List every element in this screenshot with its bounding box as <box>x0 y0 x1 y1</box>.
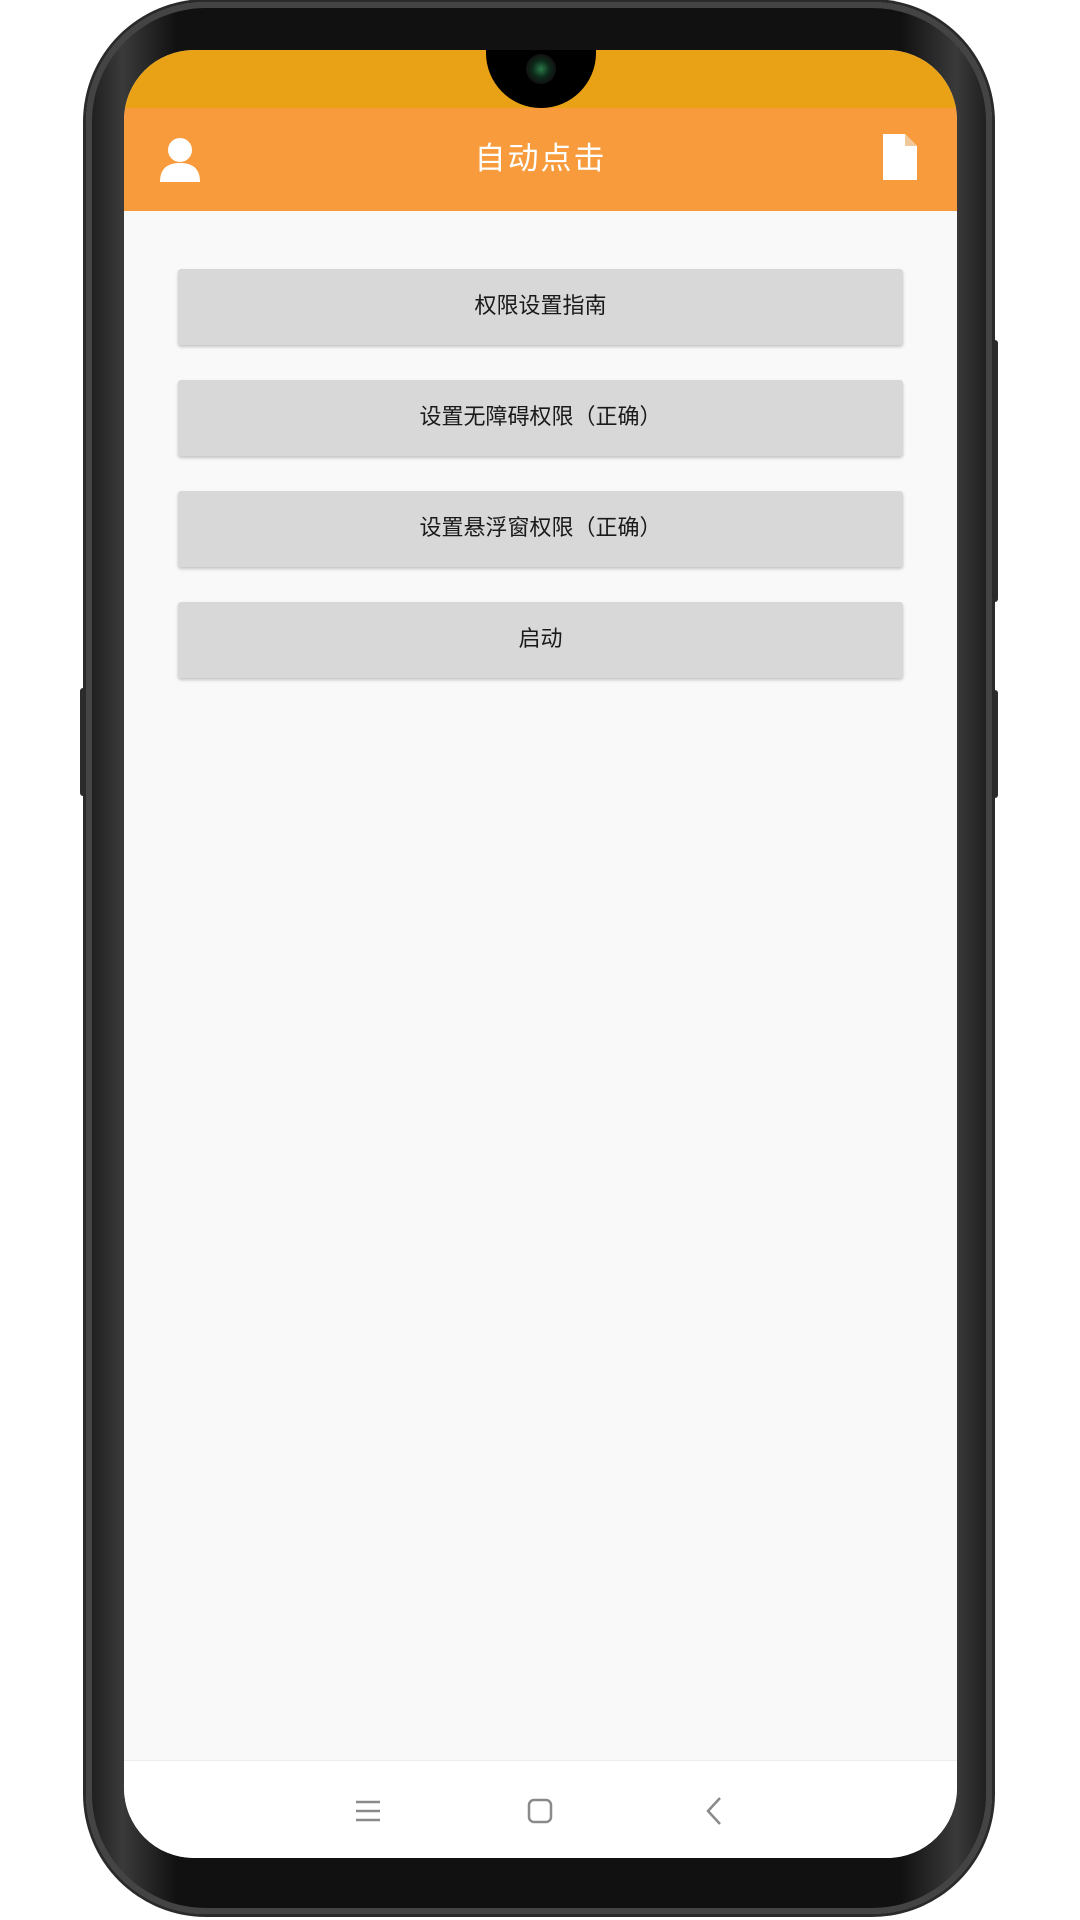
start-button[interactable]: 启动 <box>178 602 903 678</box>
permission-guide-button[interactable]: 权限设置指南 <box>178 269 903 345</box>
menu-icon[interactable] <box>348 1791 388 1831</box>
accessibility-permission-button[interactable]: 设置无障碍权限（正确） <box>178 380 903 456</box>
page: 自动点击 权限设置指南 设置无障碍权限（正确） 设置悬浮窗权限（正确） 启动 <box>0 0 1080 1920</box>
app-bar: 自动点击 <box>124 108 957 211</box>
app-title: 自动点击 <box>474 141 607 177</box>
front-camera-icon <box>526 54 556 84</box>
back-icon[interactable] <box>694 1791 734 1831</box>
camera-notch <box>486 50 596 108</box>
document-icon[interactable] <box>883 134 917 180</box>
main-content: 权限设置指南 设置无障碍权限（正确） 设置悬浮窗权限（正确） 启动 <box>124 211 957 1761</box>
status-bar <box>124 50 957 108</box>
home-icon[interactable] <box>520 1791 560 1831</box>
navigation-bar <box>124 1760 957 1858</box>
phone-screen: 自动点击 权限设置指南 设置无障碍权限（正确） 设置悬浮窗权限（正确） 启动 <box>124 50 957 1858</box>
overlay-permission-button[interactable]: 设置悬浮窗权限（正确） <box>178 491 903 567</box>
